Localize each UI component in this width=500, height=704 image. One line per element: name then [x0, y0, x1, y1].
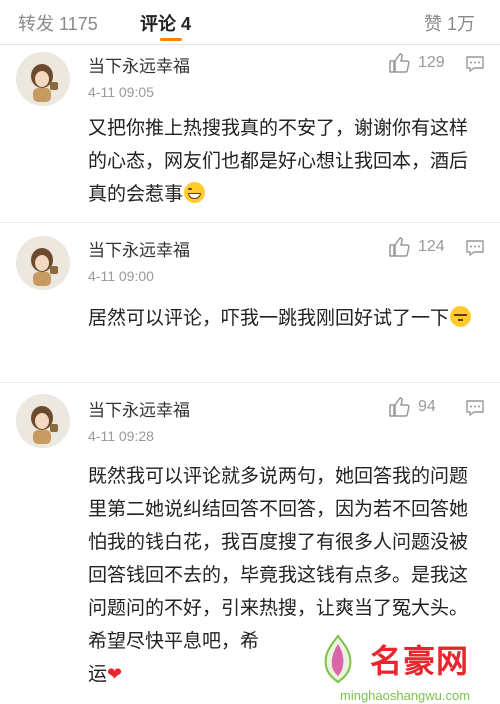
tab-repost[interactable]: 转发 1175 [18, 10, 98, 36]
divider [0, 382, 500, 383]
username[interactable]: 当下永远幸福 [88, 236, 190, 261]
comment-time: 4-11 09:00 [88, 268, 154, 284]
avatar[interactable] [16, 52, 70, 106]
like-count: 94 [418, 398, 436, 415]
shy-icon [450, 306, 472, 327]
thumb-up-icon [389, 53, 410, 73]
like-button[interactable]: 94 [388, 396, 458, 420]
tab-like[interactable]: 赞 1万 [424, 10, 475, 36]
like-count: 124 [418, 238, 445, 255]
thumb-up-icon [389, 237, 410, 257]
comment-more-icon[interactable] [465, 238, 485, 258]
divider [0, 222, 500, 223]
laugh-cry-icon [184, 182, 206, 203]
comment-text: 又把你推上热搜我真的不安了，谢谢你有这样的心态，网友们也都是好心想让我回本，酒后… [88, 118, 469, 205]
like-button[interactable]: 124 [388, 236, 458, 260]
like-button[interactable]: 129 [388, 52, 458, 76]
username[interactable]: 当下永远幸福 [88, 52, 190, 77]
tab-bar: 转发 1175 评论 4 赞 1万 [0, 0, 500, 45]
comment-text-tail: 运 [88, 664, 108, 685]
avatar[interactable] [16, 236, 70, 290]
username[interactable]: 当下永远幸福 [88, 396, 190, 421]
comment-text: 居然可以评论，吓我一跳我刚回好试了一下 [88, 302, 483, 372]
comment-more-icon[interactable] [465, 54, 485, 74]
avatar[interactable] [16, 394, 70, 448]
watermark-url: minghaoshangwu.com [340, 688, 471, 703]
watermark-logo-icon [324, 634, 352, 684]
active-tab-indicator [160, 38, 182, 41]
tab-comment[interactable]: 评论 4 [140, 10, 191, 36]
heart-icon: ❤ [107, 664, 123, 684]
thumb-up-icon [389, 397, 410, 417]
comment-time: 4-11 09:05 [88, 84, 154, 100]
comment-more-icon[interactable] [465, 398, 485, 418]
like-count: 129 [418, 54, 445, 71]
comment-time: 4-11 09:28 [88, 428, 154, 444]
watermark-brand: 名豪网 [370, 643, 470, 679]
